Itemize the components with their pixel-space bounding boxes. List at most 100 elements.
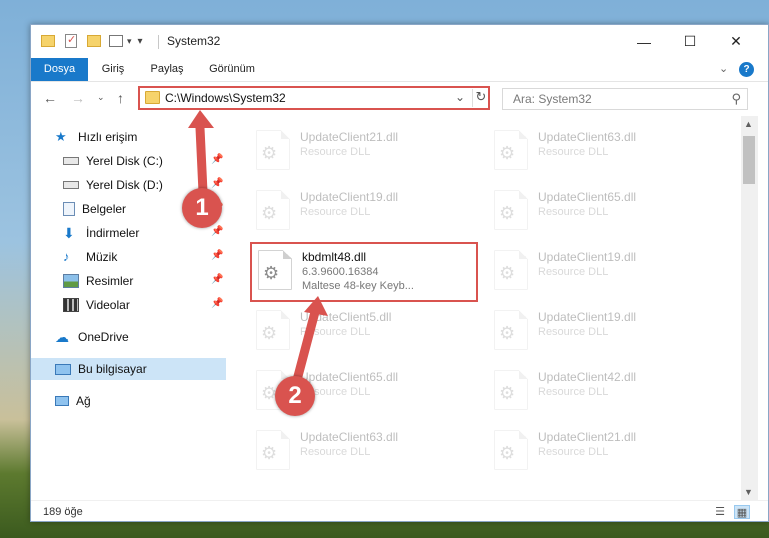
sidebar-item-pictures[interactable]: Resimler 📌: [31, 270, 226, 292]
list-item[interactable]: ⚙ UpdateClient19.dll Resource DLL: [488, 244, 713, 296]
list-item[interactable]: ⚙ UpdateClient5.dll Resource DLL: [250, 304, 475, 356]
search-input[interactable]: Ara: System32 ⚲: [502, 88, 748, 110]
title-separator: [158, 35, 159, 49]
sidebar-item-label: Ağ: [76, 394, 91, 408]
dll-file-icon: ⚙: [256, 430, 290, 470]
sidebar-item-music[interactable]: ♪ Müzik 📌: [31, 246, 226, 268]
dll-file-icon: ⚙: [494, 190, 528, 230]
list-item[interactable]: ⚙ UpdateClient21.dll Resource DLL: [250, 124, 475, 176]
computer-icon: [55, 363, 71, 375]
back-arrow-icon[interactable]: ←: [43, 90, 57, 106]
customize-toolbar-icon[interactable]: ▾: [138, 36, 143, 47]
pin-icon[interactable]: 📌: [211, 298, 223, 309]
dll-file-icon: ⚙: [256, 310, 290, 350]
search-icon[interactable]: ⚲: [731, 91, 741, 107]
list-item[interactable]: ⚙ UpdateClient19.dll Resource DLL: [250, 184, 475, 236]
help-button[interactable]: ?: [739, 62, 754, 77]
pin-icon[interactable]: 📌: [211, 274, 223, 285]
scroll-up-icon[interactable]: ▲: [744, 119, 753, 129]
file-name: kbdmlt48.dll: [302, 250, 367, 264]
pin-icon[interactable]: 📌: [211, 154, 223, 165]
sidebar-item-label: OneDrive: [78, 330, 129, 344]
sidebar-item-local-disk-c[interactable]: Yerel Disk (C:) 📌: [31, 150, 226, 172]
list-item[interactable]: ⚙ UpdateClient19.dll Resource DLL: [488, 304, 713, 356]
file-name: UpdateClient19.dll: [538, 250, 637, 264]
file-type: Resource DLL: [300, 146, 371, 158]
file-type: Resource DLL: [300, 206, 371, 218]
maximize-button[interactable]: ☐: [667, 25, 713, 58]
sidebar-item-network[interactable]: Ağ: [31, 390, 226, 412]
tab-home[interactable]: Giriş: [91, 58, 135, 81]
scrollbar-thumb[interactable]: [743, 136, 755, 184]
ribbon-tabs: Dosya Giriş Paylaş Görünüm ⌄ ?: [31, 58, 768, 82]
item-count: 189 öğe: [43, 506, 83, 518]
sidebar-item-label: Bu bilgisayar: [78, 362, 147, 376]
file-description: Maltese 48-key Keyb...: [302, 280, 414, 292]
dll-file-icon: ⚙: [256, 190, 290, 230]
properties-icon[interactable]: ✓: [65, 34, 77, 48]
file-type: Resource DLL: [538, 266, 609, 278]
pin-icon[interactable]: 📌: [211, 250, 223, 261]
drive-icon: [63, 157, 79, 165]
highlighted-file-kbdmlt48[interactable]: ⚙ kbdmlt48.dll 6.3.9600.16384 Maltese 48…: [250, 242, 478, 302]
details-view-icon[interactable]: ☰: [712, 505, 728, 519]
dll-file-icon: ⚙: [494, 250, 528, 290]
tab-file[interactable]: Dosya: [31, 58, 88, 81]
cloud-icon: ☁: [55, 329, 69, 345]
file-name: UpdateClient65.dll: [538, 190, 637, 204]
navigation-bar: ← → ⌄ ↑ C:\Windows\System32 ⌄ ↻ Ara: Sys…: [31, 82, 768, 116]
sidebar-item-this-pc[interactable]: Bu bilgisayar: [31, 358, 226, 380]
minimize-button[interactable]: —: [621, 25, 667, 58]
file-type: Resource DLL: [538, 446, 609, 458]
file-type: Resource DLL: [538, 206, 609, 218]
tab-view[interactable]: Görünüm: [201, 58, 263, 81]
recent-locations-icon[interactable]: ⌄: [97, 92, 105, 103]
file-type: Resource DLL: [300, 446, 371, 458]
drive-icon: [63, 181, 79, 189]
sidebar-item-quick-access[interactable]: ★ Hızlı erişim: [31, 126, 226, 148]
view-options-icon[interactable]: [109, 35, 123, 47]
title-bar: ✓ ▾ ▾ System32 — ☐ ✕: [31, 25, 768, 58]
file-name: UpdateClient63.dll: [300, 430, 399, 444]
pin-icon[interactable]: 📌: [211, 226, 223, 237]
file-version: 6.3.9600.16384: [302, 266, 379, 278]
scroll-down-icon[interactable]: ▼: [744, 487, 753, 497]
sidebar-item-videos[interactable]: Videolar 📌: [31, 294, 226, 316]
download-icon: ⬇: [63, 225, 75, 241]
file-list: ⚙ UpdateClient21.dll Resource DLL ⚙ Upda…: [236, 116, 741, 496]
address-path[interactable]: C:\Windows\System32: [165, 91, 286, 105]
close-button[interactable]: ✕: [713, 25, 759, 58]
list-item[interactable]: ⚙ UpdateClient63.dll Resource DLL: [488, 124, 713, 176]
list-item[interactable]: ⚙ UpdateClient63.dll Resource DLL: [250, 424, 475, 476]
sidebar-item-label: Yerel Disk (C:): [86, 154, 163, 168]
up-arrow-icon[interactable]: ↑: [117, 90, 124, 106]
new-folder-icon[interactable]: [87, 35, 101, 47]
music-icon: ♪: [63, 249, 70, 264]
folder-icon: [145, 91, 160, 104]
search-placeholder: Ara: System32: [513, 92, 592, 106]
video-icon: [63, 298, 79, 312]
dll-file-icon: ⚙: [494, 130, 528, 170]
tiles-view-icon[interactable]: ▦: [734, 505, 750, 519]
chevron-down-icon[interactable]: ⌄: [719, 62, 728, 75]
file-type: Resource DLL: [538, 146, 609, 158]
sidebar-item-onedrive[interactable]: ☁ OneDrive: [31, 326, 226, 348]
dll-file-icon: ⚙: [258, 250, 292, 290]
step-1-badge: 1: [182, 188, 222, 228]
step-2-badge: 2: [275, 376, 315, 416]
chevron-down-icon[interactable]: ▾: [127, 36, 132, 47]
file-type: Resource DLL: [538, 326, 609, 338]
vertical-scrollbar[interactable]: ▲ ▼: [741, 116, 758, 500]
sidebar-item-label: Resimler: [86, 274, 134, 288]
list-item[interactable]: ⚙ UpdateClient21.dll Resource DLL: [488, 424, 713, 476]
chevron-down-icon[interactable]: ⌄: [455, 90, 465, 104]
refresh-icon[interactable]: ↻: [472, 89, 489, 107]
sidebar-item-label: Belgeler: [82, 202, 127, 216]
tab-share[interactable]: Paylaş: [141, 58, 193, 81]
sidebar-item-label: Müzik: [86, 250, 118, 264]
forward-arrow-icon[interactable]: →: [71, 90, 85, 106]
list-item[interactable]: ⚙ UpdateClient42.dll Resource DLL: [488, 364, 713, 416]
list-item[interactable]: ⚙ UpdateClient65.dll Resource DLL: [488, 184, 713, 236]
pin-icon[interactable]: 📌: [211, 178, 223, 189]
address-bar[interactable]: C:\Windows\System32 ⌄ ↻: [138, 86, 490, 110]
